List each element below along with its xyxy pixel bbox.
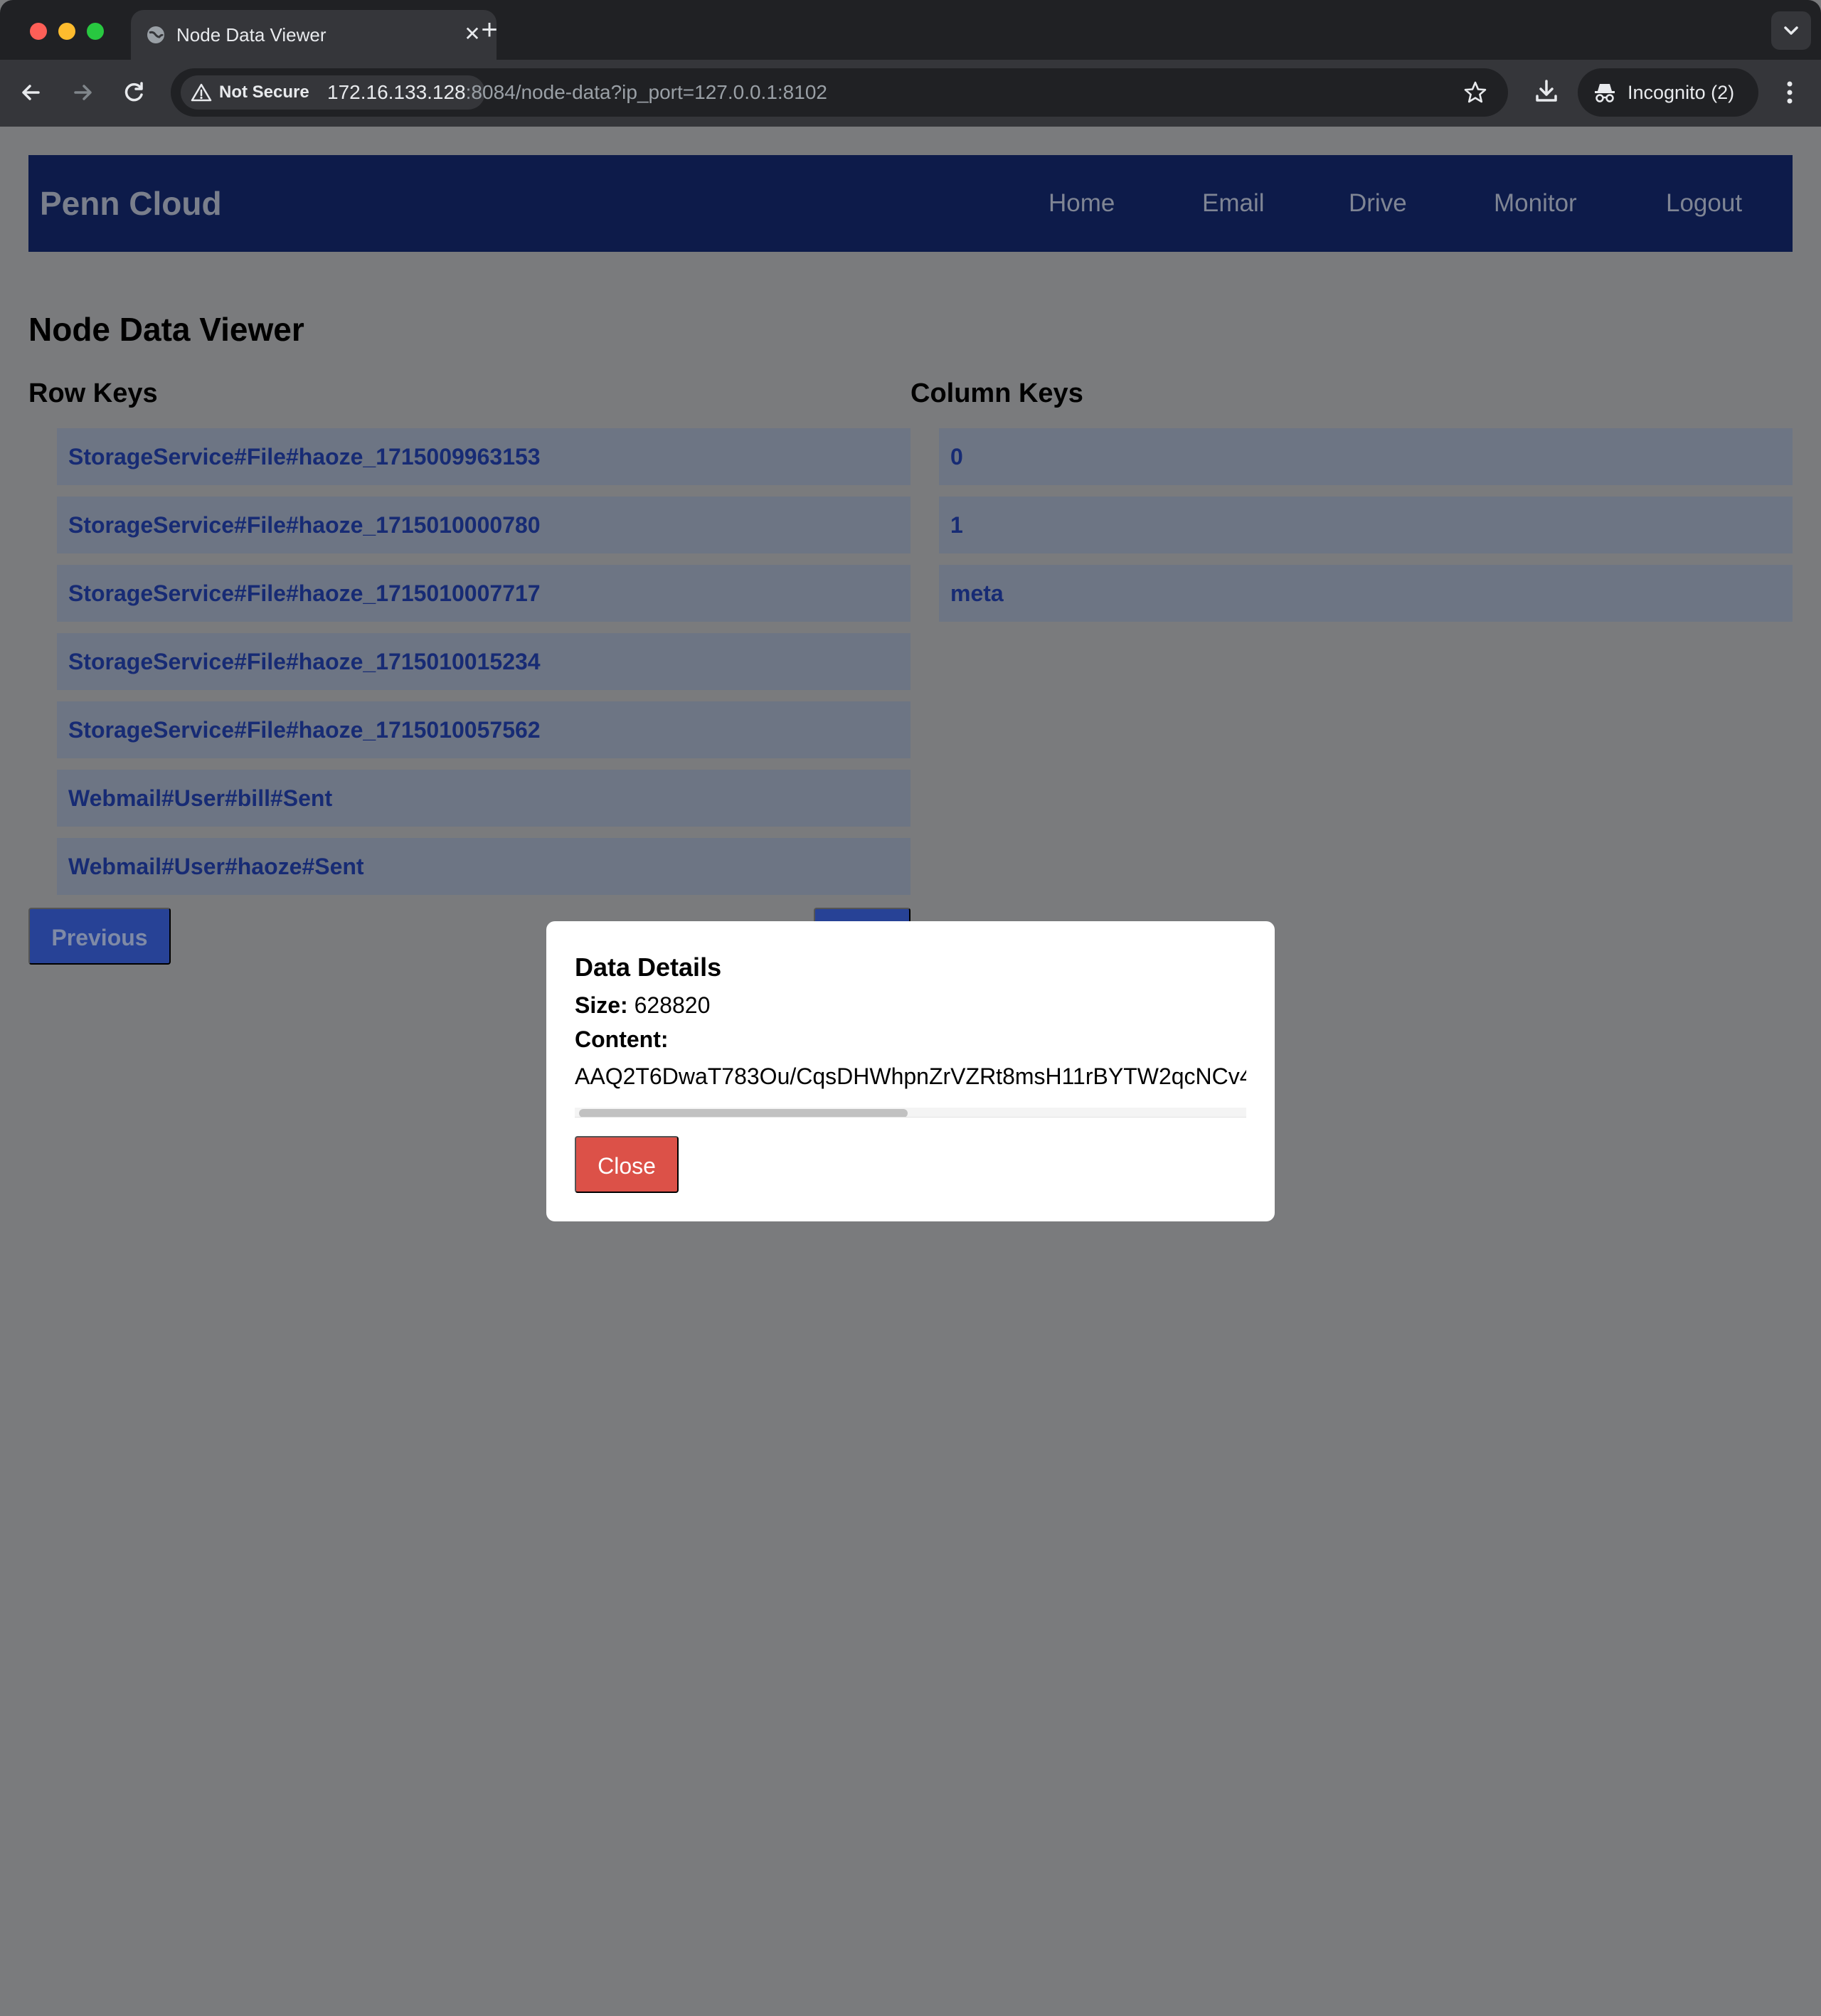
data-details-modal: Data Details Size: 628820 Content: AAQ2T… xyxy=(546,921,1275,1221)
security-label: Not Secure xyxy=(219,83,309,102)
url-host: 172.16.133.128 xyxy=(327,81,466,103)
forward-arrow-icon[interactable] xyxy=(67,77,98,108)
column-key-item[interactable]: 1 xyxy=(939,497,1793,553)
browser-tab-active[interactable]: Node Data Viewer ✕ xyxy=(131,10,497,60)
scrollbar-thumb[interactable] xyxy=(579,1109,908,1117)
incognito-profile-button[interactable]: Incognito (2) xyxy=(1578,68,1758,117)
content-scroll-area[interactable]: AAQ2T6DwaT783Ou/CqsDHWhpnZrVZRt8msH11rBY… xyxy=(575,1056,1246,1118)
star-icon[interactable] xyxy=(1462,80,1488,105)
reload-icon[interactable] xyxy=(118,77,149,108)
nav-link-home[interactable]: Home xyxy=(1048,155,1115,252)
window-close-button[interactable] xyxy=(30,23,47,40)
previous-button[interactable]: Previous xyxy=(28,908,171,965)
page-title: Node Data Viewer xyxy=(28,311,304,348)
close-button[interactable]: Close xyxy=(575,1136,679,1193)
row-keys-list: StorageService#File#haoze_1715009963153 … xyxy=(57,428,910,906)
kebab-menu-icon[interactable] xyxy=(1778,75,1801,110)
download-icon[interactable] xyxy=(1531,75,1562,107)
row-keys-heading: Row Keys xyxy=(28,378,158,408)
tab-search-button[interactable] xyxy=(1771,11,1811,50)
brand-logo-text[interactable]: Penn Cloud xyxy=(40,155,222,252)
globe-icon xyxy=(147,26,164,43)
new-tab-button[interactable]: + xyxy=(475,16,504,44)
column-key-item[interactable]: meta xyxy=(939,565,1793,622)
browser-toolbar: Not Secure 172.16.133.128:8084/node-data… xyxy=(0,60,1821,127)
nav-link-monitor[interactable]: Monitor xyxy=(1494,155,1577,252)
browser-window-chrome: Node Data Viewer ✕ + Not Secure 172.16.1… xyxy=(0,0,1821,127)
site-navbar: Penn Cloud Home Email Drive Monitor Logo… xyxy=(28,155,1793,252)
row-key-item[interactable]: StorageService#File#haoze_1715009963153 xyxy=(57,428,910,485)
tab-title: Node Data Viewer xyxy=(176,24,326,46)
size-value: 628820 xyxy=(634,992,711,1018)
row-key-item[interactable]: StorageService#File#haoze_1715010007717 xyxy=(57,565,910,622)
content-value: AAQ2T6DwaT783Ou/CqsDHWhpnZrVZRt8msH11rBY… xyxy=(575,1063,1246,1089)
nav-link-drive[interactable]: Drive xyxy=(1349,155,1407,252)
nav-link-email[interactable]: Email xyxy=(1202,155,1265,252)
column-keys-heading: Column Keys xyxy=(910,378,1083,408)
column-key-item[interactable]: 0 xyxy=(939,428,1793,485)
back-arrow-icon[interactable] xyxy=(16,77,47,108)
row-key-item[interactable]: Webmail#User#haoze#Sent xyxy=(57,838,910,895)
url-path: :8084/node-data?ip_port=127.0.0.1:8102 xyxy=(465,81,827,103)
column-keys-list: 0 1 meta xyxy=(939,428,1793,633)
row-key-item[interactable]: StorageService#File#haoze_1715010015234 xyxy=(57,633,910,690)
size-label: Size: xyxy=(575,992,628,1018)
row-key-item[interactable]: StorageService#File#haoze_1715010057562 xyxy=(57,701,910,758)
tab-strip: Node Data Viewer ✕ + xyxy=(0,0,1821,60)
modal-title: Data Details xyxy=(575,953,722,982)
address-bar[interactable]: Not Secure 172.16.133.128:8084/node-data… xyxy=(171,68,1508,117)
window-minimize-button[interactable] xyxy=(58,23,75,40)
window-zoom-button[interactable] xyxy=(87,23,104,40)
chevron-down-icon xyxy=(1784,26,1798,35)
nav-link-logout[interactable]: Logout xyxy=(1666,155,1742,252)
modal-size-row: Size: 628820 xyxy=(575,992,710,1019)
content-label: Content: xyxy=(575,1026,669,1052)
url-text[interactable]: 172.16.133.128:8084/node-data?ip_port=12… xyxy=(327,68,827,117)
horizontal-scrollbar[interactable] xyxy=(575,1108,1246,1117)
warning-icon xyxy=(191,83,212,102)
row-key-item[interactable]: Webmail#User#bill#Sent xyxy=(57,770,910,827)
incognito-icon xyxy=(1595,84,1615,102)
row-key-item[interactable]: StorageService#File#haoze_1715010000780 xyxy=(57,497,910,553)
incognito-label: Incognito (2) xyxy=(1628,82,1735,103)
